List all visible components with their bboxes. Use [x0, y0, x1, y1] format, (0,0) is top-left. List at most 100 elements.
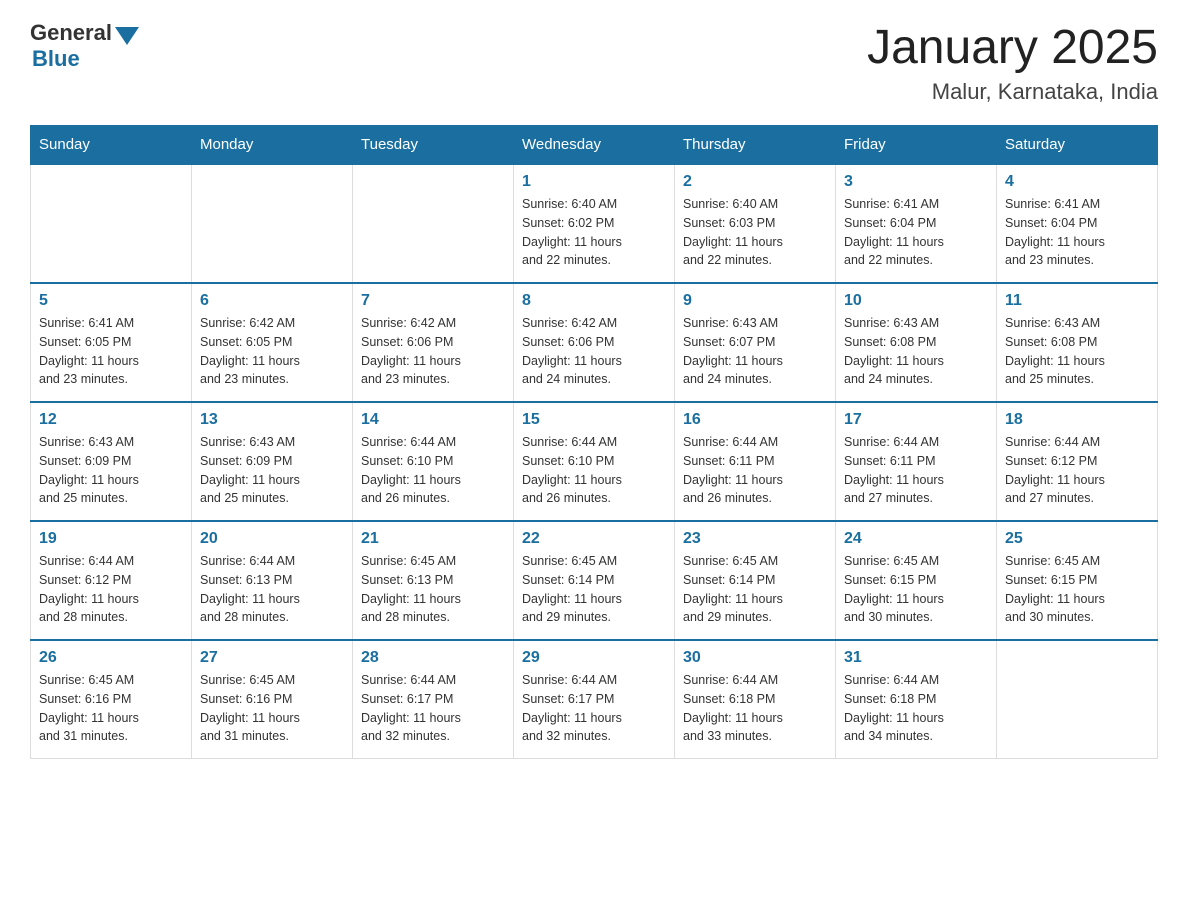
- day-info: Sunrise: 6:40 AM Sunset: 6:03 PM Dayligh…: [683, 195, 827, 270]
- day-number: 25: [1005, 530, 1149, 548]
- day-info: Sunrise: 6:44 AM Sunset: 6:18 PM Dayligh…: [844, 671, 988, 746]
- calendar-cell: 20Sunrise: 6:44 AM Sunset: 6:13 PM Dayli…: [192, 521, 353, 640]
- day-number: 22: [522, 530, 666, 548]
- calendar-cell: 28 Sunrise: 6:44 AM Sunset: 6:17 PM Dayli…: [353, 640, 514, 759]
- calendar-cell: 31 Sunrise: 6:44 AM Sunset: 6:18 PM Dayli…: [836, 640, 997, 759]
- calendar-cell: [31, 164, 192, 283]
- calendar-day-header: Friday: [836, 126, 997, 165]
- calendar-cell: 12 Sunrise: 6:43 AM Sunset: 6:09 PM Dayli…: [31, 402, 192, 521]
- day-number: 26: [39, 649, 183, 667]
- day-number: 12: [39, 411, 183, 429]
- day-number: 6: [200, 292, 344, 310]
- calendar-cell: 21 Sunrise: 6:45 AM Sunset: 6:13 PM Dayli…: [353, 521, 514, 640]
- day-info: Sunrise: 6:42 AM Sunset: 6:06 PM Dayligh…: [361, 314, 505, 389]
- day-info: Sunrise: 6:44 AM Sunset: 6:11 PM Dayligh…: [844, 433, 988, 508]
- calendar-cell: 29 Sunrise: 6:44 AM Sunset: 6:17 PM Dayli…: [514, 640, 675, 759]
- calendar-day-header: Tuesday: [353, 126, 514, 165]
- day-number: 31: [844, 649, 988, 667]
- calendar-cell: 19Sunrise: 6:44 AM Sunset: 6:12 PM Dayli…: [31, 521, 192, 640]
- calendar-cell: 14 Sunrise: 6:44 AM Sunset: 6:10 PM Dayli…: [353, 402, 514, 521]
- day-info: Sunrise: 6:45 AM Sunset: 6:13 PM Dayligh…: [361, 552, 505, 627]
- day-info: Sunrise: 6:43 AM Sunset: 6:09 PM Dayligh…: [39, 433, 183, 508]
- calendar-cell: 17 Sunrise: 6:44 AM Sunset: 6:11 PM Dayli…: [836, 402, 997, 521]
- day-number: 17: [844, 411, 988, 429]
- day-info: Sunrise: 6:45 AM Sunset: 6:16 PM Dayligh…: [39, 671, 183, 746]
- day-number: 28: [361, 649, 505, 667]
- calendar-day-header: Thursday: [675, 126, 836, 165]
- day-number: 23: [683, 530, 827, 548]
- calendar-day-header: Sunday: [31, 126, 192, 165]
- calendar-cell: 15Sunrise: 6:44 AM Sunset: 6:10 PM Dayli…: [514, 402, 675, 521]
- calendar-header-row: SundayMondayTuesdayWednesdayThursdayFrid…: [31, 126, 1158, 165]
- calendar-cell: 9 Sunrise: 6:43 AM Sunset: 6:07 PM Daylig…: [675, 283, 836, 402]
- calendar-cell: [353, 164, 514, 283]
- calendar-day-header: Wednesday: [514, 126, 675, 165]
- calendar-cell: 18 Sunrise: 6:44 AM Sunset: 6:12 PM Dayli…: [997, 402, 1158, 521]
- calendar-cell: 25Sunrise: 6:45 AM Sunset: 6:15 PM Dayli…: [997, 521, 1158, 640]
- day-number: 1: [522, 173, 666, 191]
- day-info: Sunrise: 6:43 AM Sunset: 6:07 PM Dayligh…: [683, 314, 827, 389]
- day-info: Sunrise: 6:41 AM Sunset: 6:05 PM Dayligh…: [39, 314, 183, 389]
- calendar-cell: 3 Sunrise: 6:41 AM Sunset: 6:04 PM Daylig…: [836, 164, 997, 283]
- calendar-cell: 27 Sunrise: 6:45 AM Sunset: 6:16 PM Dayli…: [192, 640, 353, 759]
- day-number: 9: [683, 292, 827, 310]
- day-number: 14: [361, 411, 505, 429]
- calendar-cell: 6 Sunrise: 6:42 AM Sunset: 6:05 PM Daylig…: [192, 283, 353, 402]
- day-info: Sunrise: 6:44 AM Sunset: 6:10 PM Dayligh…: [361, 433, 505, 508]
- calendar-cell: 24 Sunrise: 6:45 AM Sunset: 6:15 PM Dayli…: [836, 521, 997, 640]
- day-number: 24: [844, 530, 988, 548]
- calendar-cell: 7 Sunrise: 6:42 AM Sunset: 6:06 PM Daylig…: [353, 283, 514, 402]
- week-row: 19Sunrise: 6:44 AM Sunset: 6:12 PM Dayli…: [31, 521, 1158, 640]
- day-number: 27: [200, 649, 344, 667]
- day-info: Sunrise: 6:42 AM Sunset: 6:05 PM Dayligh…: [200, 314, 344, 389]
- day-info: Sunrise: 6:43 AM Sunset: 6:08 PM Dayligh…: [844, 314, 988, 389]
- calendar-table: SundayMondayTuesdayWednesdayThursdayFrid…: [30, 125, 1158, 759]
- day-number: 16: [683, 411, 827, 429]
- calendar-cell: 11 Sunrise: 6:43 AM Sunset: 6:08 PM Dayli…: [997, 283, 1158, 402]
- day-number: 13: [200, 411, 344, 429]
- calendar-cell: [997, 640, 1158, 759]
- month-year-title: January 2025: [867, 20, 1158, 75]
- week-row: 5 Sunrise: 6:41 AM Sunset: 6:05 PM Daylig…: [31, 283, 1158, 402]
- title-block: January 2025 Malur, Karnataka, India: [867, 20, 1158, 105]
- day-info: Sunrise: 6:40 AM Sunset: 6:02 PM Dayligh…: [522, 195, 666, 270]
- day-info: Sunrise: 6:44 AM Sunset: 6:11 PM Dayligh…: [683, 433, 827, 508]
- day-number: 5: [39, 292, 183, 310]
- day-info: Sunrise: 6:45 AM Sunset: 6:15 PM Dayligh…: [844, 552, 988, 627]
- day-number: 15: [522, 411, 666, 429]
- day-number: 19: [39, 530, 183, 548]
- day-info: Sunrise: 6:45 AM Sunset: 6:14 PM Dayligh…: [522, 552, 666, 627]
- logo-blue-text: Blue: [32, 46, 80, 72]
- day-info: Sunrise: 6:43 AM Sunset: 6:09 PM Dayligh…: [200, 433, 344, 508]
- day-number: 2: [683, 173, 827, 191]
- page-header: General Blue January 2025 Malur, Karnata…: [30, 20, 1158, 105]
- day-info: Sunrise: 6:44 AM Sunset: 6:12 PM Dayligh…: [1005, 433, 1149, 508]
- day-number: 11: [1005, 292, 1149, 310]
- day-number: 3: [844, 173, 988, 191]
- calendar-cell: 30 Sunrise: 6:44 AM Sunset: 6:18 PM Dayli…: [675, 640, 836, 759]
- day-number: 21: [361, 530, 505, 548]
- day-info: Sunrise: 6:44 AM Sunset: 6:17 PM Dayligh…: [361, 671, 505, 746]
- day-number: 29: [522, 649, 666, 667]
- calendar-day-header: Monday: [192, 126, 353, 165]
- calendar-cell: 13 Sunrise: 6:43 AM Sunset: 6:09 PM Dayli…: [192, 402, 353, 521]
- logo-triangle-icon: [115, 27, 139, 45]
- calendar-cell: 16 Sunrise: 6:44 AM Sunset: 6:11 PM Dayli…: [675, 402, 836, 521]
- day-info: Sunrise: 6:45 AM Sunset: 6:16 PM Dayligh…: [200, 671, 344, 746]
- day-number: 30: [683, 649, 827, 667]
- day-number: 10: [844, 292, 988, 310]
- calendar-cell: [192, 164, 353, 283]
- day-info: Sunrise: 6:44 AM Sunset: 6:18 PM Dayligh…: [683, 671, 827, 746]
- day-info: Sunrise: 6:43 AM Sunset: 6:08 PM Dayligh…: [1005, 314, 1149, 389]
- day-number: 20: [200, 530, 344, 548]
- day-info: Sunrise: 6:41 AM Sunset: 6:04 PM Dayligh…: [844, 195, 988, 270]
- calendar-cell: 22 Sunrise: 6:45 AM Sunset: 6:14 PM Dayli…: [514, 521, 675, 640]
- day-number: 18: [1005, 411, 1149, 429]
- calendar-cell: 26 Sunrise: 6:45 AM Sunset: 6:16 PM Dayli…: [31, 640, 192, 759]
- calendar-cell: 5 Sunrise: 6:41 AM Sunset: 6:05 PM Daylig…: [31, 283, 192, 402]
- day-info: Sunrise: 6:44 AM Sunset: 6:17 PM Dayligh…: [522, 671, 666, 746]
- calendar-cell: 1 Sunrise: 6:40 AM Sunset: 6:02 PM Daylig…: [514, 164, 675, 283]
- location-subtitle: Malur, Karnataka, India: [867, 79, 1158, 105]
- week-row: 12 Sunrise: 6:43 AM Sunset: 6:09 PM Dayli…: [31, 402, 1158, 521]
- day-number: 7: [361, 292, 505, 310]
